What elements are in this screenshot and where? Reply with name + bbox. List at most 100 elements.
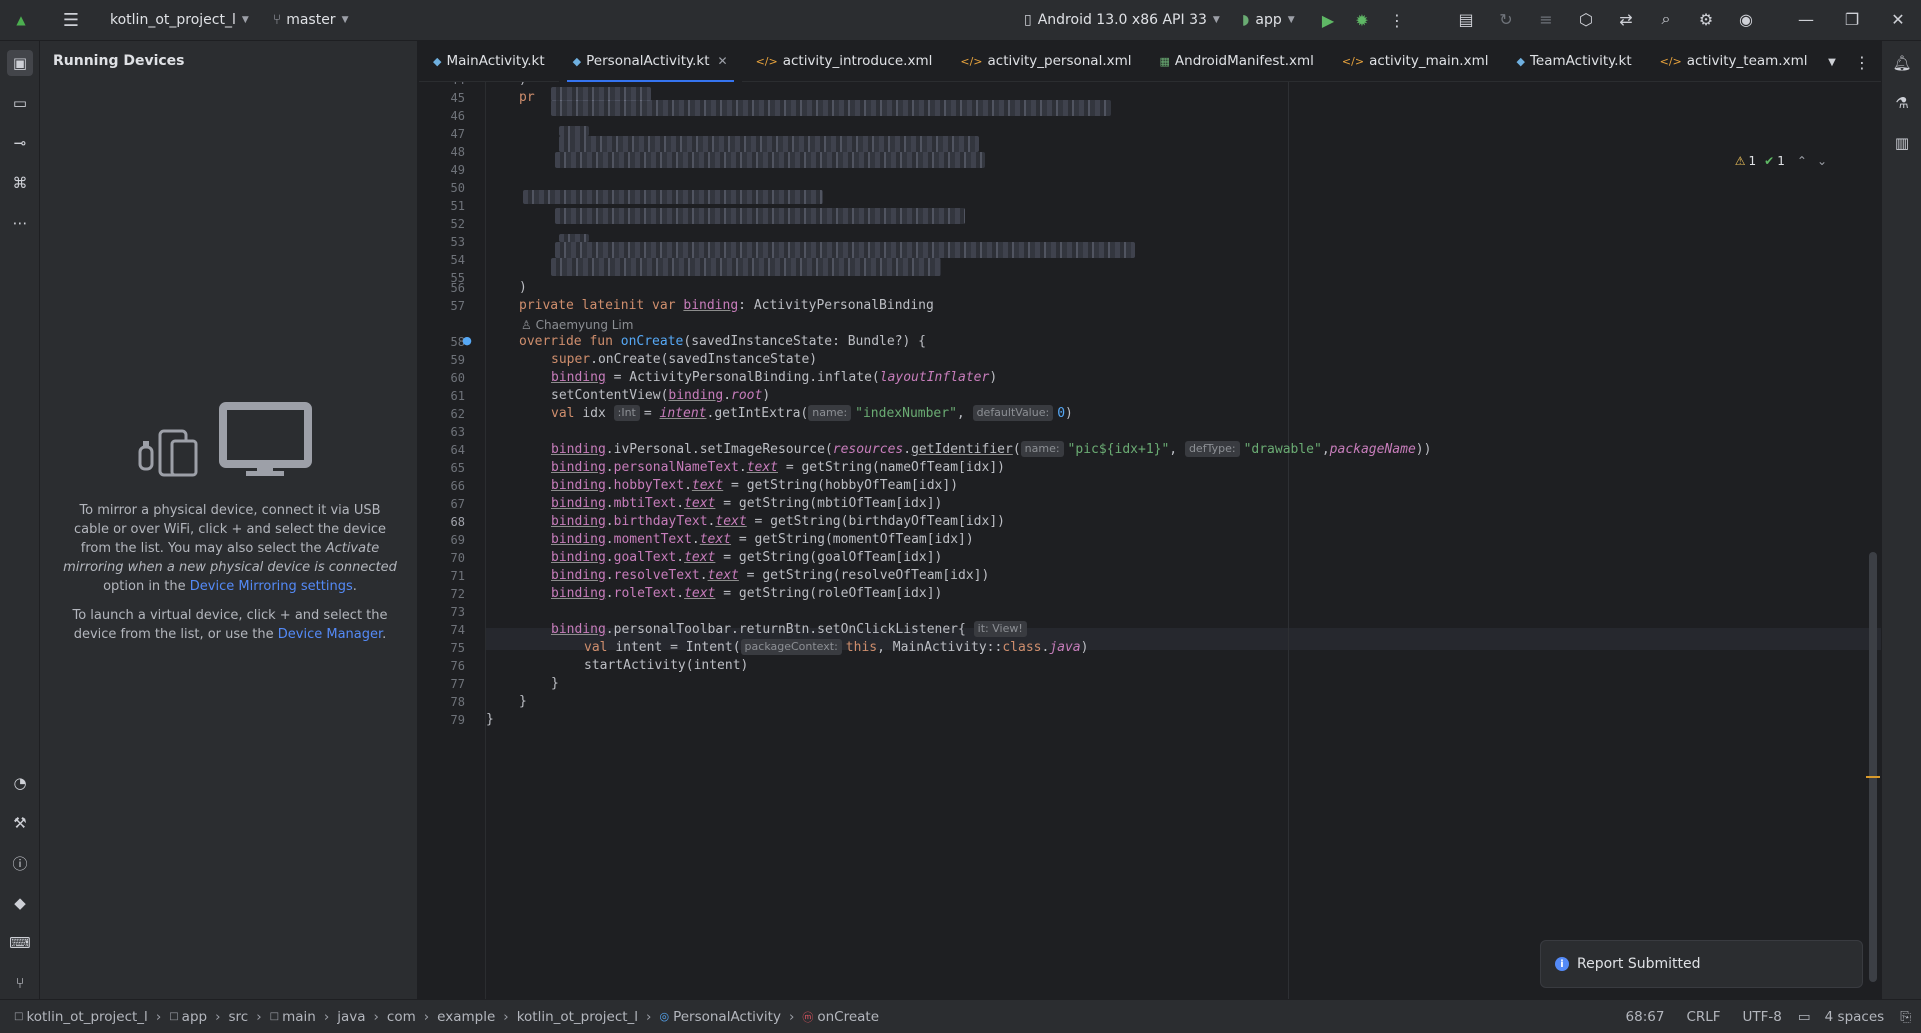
line-number: 48 (450, 145, 465, 159)
running-devices-icon[interactable]: ▣ (7, 50, 33, 76)
code-line-77: } (551, 676, 559, 691)
app-quality-icon[interactable]: ◆ (7, 890, 33, 916)
virtual-text-line: device from the list, or use the Device … (73, 627, 387, 642)
tab-main-activity[interactable]: ◆ MainActivity.kt (419, 41, 559, 82)
indent-setting[interactable]: 4 spaces (1825, 1009, 1885, 1025)
line-number: 59 (450, 353, 465, 367)
version-control-icon[interactable]: ⑂ (7, 970, 33, 996)
chevron-down-icon: ▼ (241, 15, 249, 25)
device-manager-icon[interactable]: ▤ (1453, 6, 1479, 32)
line-number: 56 (450, 281, 465, 295)
tab-personal-activity[interactable]: ◆ PersonalActivity.kt ✕ (558, 40, 742, 82)
editor-scrollbar[interactable] (1869, 552, 1877, 982)
device-mirroring-settings-link[interactable]: Device Mirroring settings (190, 579, 353, 594)
tab-label: AndroidManifest.xml (1174, 53, 1314, 69)
tab-label: PersonalActivity.kt (586, 53, 710, 69)
tab-activity-introduce[interactable]: </> activity_introduce.xml (742, 41, 947, 82)
commit-icon[interactable]: ⊸ (7, 130, 33, 156)
virtual-device-instructions: To launch a virtual device, click + and … (60, 606, 400, 644)
kotlin-file-icon: ◆ (433, 54, 442, 68)
breadcrumb-item[interactable]: java (337, 1009, 365, 1025)
gradle-icon[interactable]: ⚗ (1889, 90, 1915, 116)
chevron-down-icon[interactable]: ⌄ (1817, 154, 1827, 168)
breadcrumb-item[interactable]: kotlin_ot_project_l (517, 1009, 638, 1025)
param-hint: name: (1020, 441, 1064, 457)
lock-icon[interactable]: ⎘ (1900, 1009, 1911, 1025)
breadcrumb-item[interactable]: onCreate (817, 1009, 879, 1025)
report-submitted-notification[interactable]: i Report Submitted (1540, 940, 1863, 988)
minimize-icon[interactable]: — (1793, 6, 1819, 32)
tab-label: activity_personal.xml (987, 53, 1132, 69)
device-manager-link[interactable]: Device Manager (278, 627, 382, 642)
tab-label: activity_introduce.xml (782, 53, 933, 69)
line-number: 74 (450, 623, 465, 637)
run-icon[interactable]: ▶ (1315, 7, 1341, 33)
main-menu-icon[interactable]: ☰ (58, 7, 84, 33)
account-icon[interactable]: ◉ (1733, 6, 1759, 32)
breadcrumb-item[interactable]: kotlin_ot_project_l (26, 1009, 147, 1025)
vcs-icon[interactable]: ⇄ (1613, 6, 1639, 32)
readonly-toggle-icon[interactable]: ▭ (1798, 1009, 1811, 1025)
tab-options-icon[interactable]: ⋮ (1849, 49, 1875, 75)
branch-selector[interactable]: ⑂ master ▼ (267, 6, 355, 34)
close-tab-icon[interactable]: ✕ (718, 54, 728, 68)
line-number: 75 (450, 641, 465, 655)
close-icon[interactable]: ✕ (1885, 6, 1911, 32)
breadcrumb-item[interactable]: src (229, 1009, 249, 1025)
structure-icon[interactable]: ⌘ (7, 170, 33, 196)
project-selector[interactable]: kotlin_ot_project_l ▼ (104, 6, 255, 34)
chevron-down-icon: ▼ (1212, 15, 1220, 25)
code-author-hint[interactable]: ♙ Chaemyung Lim (521, 318, 633, 332)
redacted-code (555, 152, 985, 168)
build-icon[interactable]: ⚒ (7, 810, 33, 836)
virtual-text: device from the list, or use the (73, 627, 274, 642)
tab-label: activity_main.xml (1369, 53, 1489, 69)
line-separator[interactable]: CRLF (1686, 1009, 1720, 1025)
chevron-right-icon: › (646, 1008, 652, 1025)
override-gutter-icon[interactable]: ● (459, 332, 475, 348)
tab-activity-main[interactable]: </> activity_main.xml (1328, 41, 1503, 82)
settings-gear-icon[interactable]: ⚙ (1693, 6, 1719, 32)
breadcrumb-item[interactable]: com (387, 1009, 416, 1025)
chevron-right-icon: › (323, 1008, 330, 1025)
apply-changes-icon[interactable]: ↻ (1493, 6, 1519, 32)
search-icon[interactable]: ⌕ (1653, 6, 1679, 32)
terminal-icon[interactable]: ⌨ (7, 930, 33, 956)
line-number: 62 (450, 407, 465, 421)
inspection-widget[interactable]: ⚠ 1 ✔ 1 ⌃ ⌄ (1735, 154, 1827, 168)
tab-activity-team[interactable]: </> activity_team.xml (1646, 41, 1822, 82)
chevron-down-icon: ▼ (341, 15, 349, 25)
right-margin-guide (1288, 82, 1289, 999)
tab-android-manifest[interactable]: ▦ AndroidManifest.xml (1146, 41, 1328, 82)
breadcrumb-item[interactable]: main (282, 1009, 316, 1025)
chevron-right-icon: › (215, 1008, 221, 1025)
warning-count: 1 (1748, 154, 1757, 168)
tab-activity-personal[interactable]: </> activity_personal.xml (946, 41, 1145, 82)
branch-name: master (286, 12, 336, 28)
notifications-bell-icon[interactable]: 🔔︎ (1889, 50, 1915, 76)
profiler-icon[interactable]: ◔ (7, 770, 33, 796)
tab-team-activity[interactable]: ◆ TeamActivity.kt (1503, 41, 1646, 82)
file-encoding[interactable]: UTF-8 (1743, 1009, 1782, 1025)
chevron-up-icon[interactable]: ⌃ (1797, 154, 1807, 168)
debug-icon[interactable]: ✹ (1349, 7, 1375, 33)
breadcrumb-item[interactable]: app (182, 1009, 207, 1025)
tab-list-chevron-icon[interactable]: ▼ (1819, 49, 1845, 75)
sync-icon[interactable]: ≡ (1533, 6, 1559, 32)
restore-icon[interactable]: ❐ (1839, 6, 1865, 32)
cursor-position[interactable]: 68:67 (1626, 1009, 1665, 1025)
code-line-45: pr (519, 90, 535, 105)
problems-icon[interactable]: ⓘ (7, 850, 33, 876)
code-editor[interactable]: 4445464748495051525354555657585960616263… (419, 82, 1881, 999)
sdk-manager-icon[interactable]: ⬡ (1573, 6, 1599, 32)
more-actions-icon[interactable]: ⋮ (1384, 7, 1410, 33)
line-number: 54 (450, 253, 465, 267)
breadcrumb-item[interactable]: PersonalActivity (673, 1009, 781, 1025)
more-tools-icon[interactable]: ⋯ (7, 210, 33, 236)
breadcrumb-item[interactable]: example (437, 1009, 495, 1025)
device-selector[interactable]: ▯ Android 13.0 x86 API 33 ▼ (1018, 6, 1226, 34)
redacted-code (551, 100, 1111, 116)
project-folder-icon[interactable]: ▭ (7, 90, 33, 116)
run-config-selector[interactable]: ◗ app ▼ (1236, 6, 1301, 34)
device-explorer-icon[interactable]: ▥ (1889, 130, 1915, 156)
